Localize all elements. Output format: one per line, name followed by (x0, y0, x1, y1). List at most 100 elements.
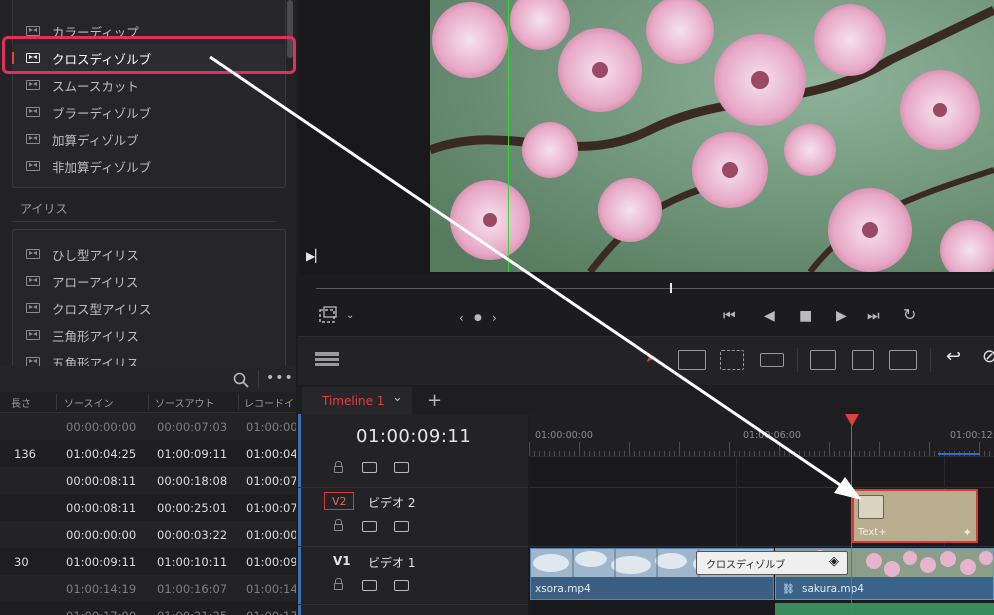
loop-icon[interactable]: ↻ (903, 307, 916, 323)
cell-source-in: 01:00:17:00 (66, 609, 136, 615)
trim-tool-icon[interactable] (678, 350, 706, 370)
fx-item-non-additive-dissolve[interactable]: 非加算ディゾルブ (26, 153, 151, 179)
transform-icon[interactable] (318, 306, 340, 326)
search-icon[interactable] (233, 372, 249, 388)
replace-clip-icon[interactable] (889, 350, 917, 370)
fx-item-label: クロス型アイリス (52, 301, 152, 317)
clip-text-plus[interactable]: Text+ ✦ (852, 489, 978, 543)
table-row[interactable]: 01:00:14:19 01:00:16:07 01:00:14 (0, 575, 296, 602)
cell-record-in: 01:00:07 (246, 501, 296, 515)
track-name-v2[interactable]: ビデオ 2 (368, 494, 415, 511)
fx-item-label: スムースカット (52, 78, 139, 94)
overwrite-clip-icon[interactable] (852, 350, 874, 370)
track-enable-icon[interactable] (394, 580, 409, 591)
col-header-source-in[interactable]: ソースイン (64, 395, 114, 410)
ruler-tick (869, 451, 870, 456)
transition-icon (26, 276, 40, 286)
track-name-v1[interactable]: ビデオ 1 (368, 554, 415, 571)
go-to-end-icon[interactable]: ⏭ (867, 309, 880, 323)
audio-clip-strip[interactable] (775, 603, 994, 615)
col-header-source-out[interactable]: ソースアウト (155, 395, 215, 410)
scrubber-head[interactable] (670, 283, 672, 293)
ruler-tick (764, 451, 765, 456)
play-icon[interactable]: ▶ (836, 309, 847, 323)
playhead-line[interactable] (851, 424, 852, 615)
table-row[interactable]: 00:00:00:00 00:00:03:22 01:00:00 (0, 521, 296, 548)
ruler-tick (754, 451, 755, 456)
table-row[interactable]: 00:00:08:11 00:00:25:01 01:00:07 (0, 494, 296, 521)
cell-source-out: 00:00:25:01 (157, 501, 228, 515)
lock-icon[interactable] (334, 461, 343, 473)
lock-icon[interactable] (334, 578, 343, 590)
transition-cross-dissolve[interactable]: クロスディゾルブ ◈ (696, 551, 848, 575)
auto-select-icon[interactable] (362, 580, 377, 591)
dynamic-trim-icon[interactable] (720, 350, 744, 370)
add-timeline-button[interactable]: + (427, 390, 442, 411)
pool-header-row: 長さ ソースイン ソースアウト レコードイン (0, 392, 296, 425)
timeline-view-icon[interactable] (314, 350, 340, 368)
fx-item-cross-iris[interactable]: クロス型アイリス (26, 295, 151, 321)
fx-item-arrow-iris[interactable]: アローアイリス (26, 268, 138, 294)
ruler-tick (789, 451, 790, 456)
track-dest-v2[interactable]: V2 (324, 492, 354, 510)
keyframe-diamond-icon[interactable]: ◈ (829, 554, 839, 569)
ruler-tick (719, 451, 720, 456)
ruler-tick (909, 451, 910, 456)
ruler-label: 01:00:00:00 (535, 430, 593, 441)
fx-item-blur-dissolve[interactable]: ブラーディゾルブ (26, 99, 151, 125)
reverse-play-icon[interactable]: ◀ (764, 309, 775, 323)
track-selection-bar (298, 414, 301, 615)
blade-tool-icon[interactable] (760, 353, 784, 367)
tab-timeline-1[interactable]: Timeline 1 ⌄ (302, 387, 412, 414)
track-id: V2 (332, 495, 347, 508)
chevron-down-icon[interactable]: ⌄ (392, 390, 403, 405)
scrubber-bar (298, 275, 994, 303)
auto-select-icon[interactable] (362, 462, 377, 473)
fx-item-smooth-cut[interactable]: スムースカット (26, 72, 139, 98)
cherry-blossom-image (430, 0, 994, 272)
lock-icon[interactable] (334, 519, 343, 531)
insert-clip-icon[interactable] (810, 350, 836, 370)
toolbar-divider (797, 348, 798, 372)
ruler-tick (744, 451, 745, 456)
timeline-ruler[interactable]: 01:00:00:00 01:00:06:00 01:00:12: (529, 414, 994, 457)
fx-item-additive-dissolve[interactable]: 加算ディゾルブ (26, 126, 139, 152)
playhead-handle[interactable] (845, 414, 859, 426)
table-row[interactable]: 30 01:00:09:11 01:00:10:11 01:00:09 (0, 548, 296, 575)
more-options-icon[interactable]: ••• (266, 370, 294, 386)
auto-select-icon[interactable] (362, 521, 377, 532)
prev-clip-icon[interactable]: ‹ (459, 311, 464, 325)
ruler-tick (774, 451, 775, 456)
ruler-tick (694, 451, 695, 456)
stop-icon[interactable]: ■ (799, 309, 812, 323)
table-row[interactable]: 00:00:00:00 00:00:07:03 01:00:00 (0, 413, 296, 440)
fx-item-diamond-iris[interactable]: ひし型アイリス (26, 241, 139, 267)
table-row[interactable]: 01:00:17:00 01:00:21:25 01:00:17 (0, 602, 296, 615)
table-row[interactable]: 136 01:00:04:25 01:00:09:11 01:00:04 (0, 440, 296, 467)
scrubber-track[interactable] (316, 288, 994, 289)
next-clip-icon[interactable]: › (492, 311, 497, 325)
chevron-down-icon[interactable]: ⌄ (346, 309, 354, 323)
ruler-tick (984, 451, 985, 456)
ruler-tick (564, 451, 565, 456)
track-enable-icon[interactable] (394, 462, 409, 473)
selection-tool-icon[interactable]: ➤ (645, 350, 657, 366)
track-id-v1[interactable]: V1 (333, 554, 351, 568)
fx-item-label: ブラーディゾルブ (52, 105, 152, 121)
snapping-icon[interactable]: ↩ (946, 346, 961, 367)
cell-source-out: 01:00:21:25 (157, 609, 227, 615)
cell-record-in: 01:00:07 (246, 474, 296, 488)
ruler-tick (904, 451, 905, 456)
cell-source-in: 01:00:04:25 (66, 447, 137, 461)
col-header-length[interactable]: 長さ (11, 395, 31, 410)
fx-item-pentagon-iris[interactable]: 五角形アイリス (26, 349, 139, 366)
table-row[interactable]: 00:00:08:11 00:00:18:08 01:00:07 (0, 467, 296, 494)
track-separator (298, 604, 528, 605)
go-to-start-icon[interactable]: ⏮ (723, 309, 736, 323)
fx-item-triangle-iris[interactable]: 三角形アイリス (26, 322, 139, 348)
ruler-tick (784, 451, 785, 456)
link-icon[interactable]: ⊘ (982, 346, 994, 367)
play-cursor-icon[interactable]: ▶▏ (306, 249, 324, 263)
dot-icon[interactable]: ● (474, 311, 482, 325)
track-enable-icon[interactable] (394, 521, 409, 532)
